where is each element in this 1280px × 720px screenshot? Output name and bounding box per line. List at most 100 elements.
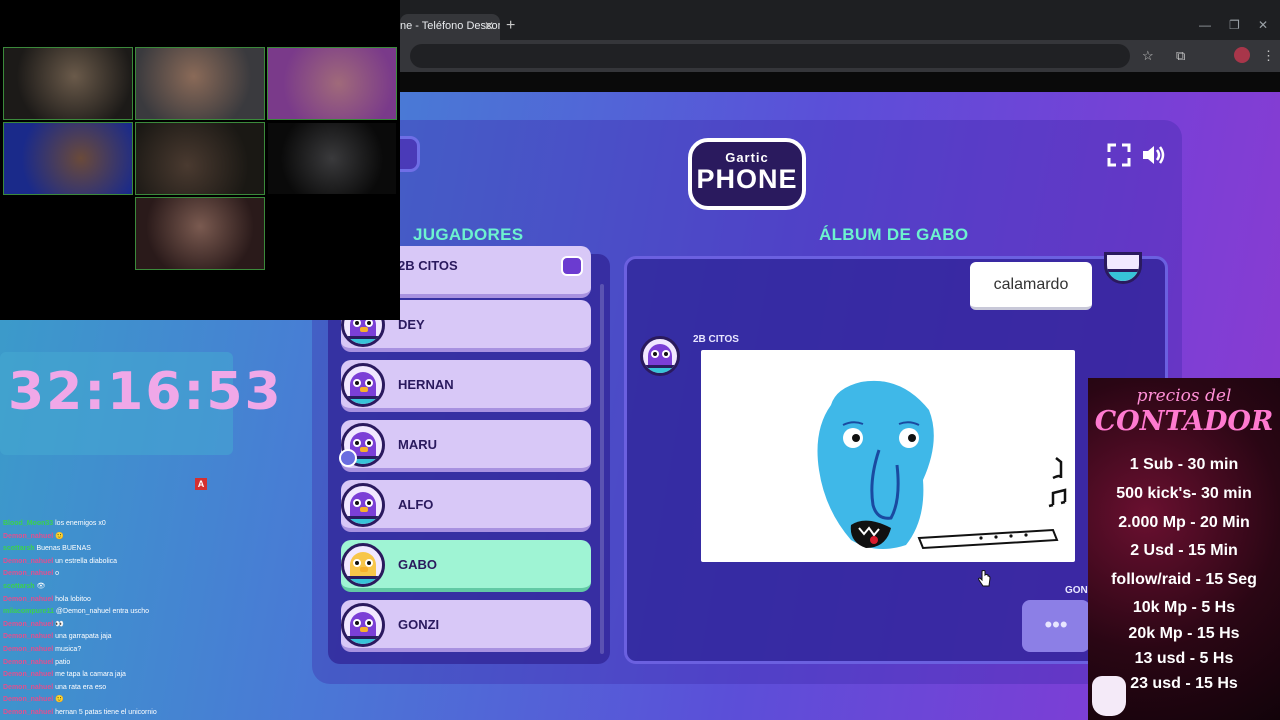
- fullscreen-icon[interactable]: [1106, 142, 1132, 168]
- price-line: 1 Sub - 30 min: [1129, 456, 1239, 473]
- next-author-name: GON: [1065, 585, 1088, 596]
- chat-text: hola lobitoo: [55, 595, 91, 603]
- price-line: 2 Usd - 15 Min: [1130, 542, 1238, 559]
- alert-badge: A: [195, 478, 207, 490]
- player-name: DEY: [398, 317, 425, 332]
- window-close-icon[interactable]: ✕: [1258, 18, 1268, 32]
- price-line: 20k Mp - 15 Hs: [1128, 625, 1240, 642]
- player-name: GONZI: [398, 617, 440, 632]
- chat-username[interactable]: Demon_nahuel: [3, 570, 53, 577]
- chat-message: Demon_nahuel hernan 5 patas tiene el uni…: [3, 707, 157, 719]
- webcam-tile: [3, 122, 133, 195]
- chat-username[interactable]: scottarsh: [3, 583, 35, 590]
- player-row: ALFO: [341, 480, 591, 532]
- chat-message: Demon_nahuel una garrapata jaja: [3, 631, 112, 643]
- close-tab-icon[interactable]: ✕: [484, 19, 494, 33]
- chat-username[interactable]: Demon_nahuel: [3, 533, 53, 540]
- prices-title-line1: precios del: [1136, 386, 1232, 406]
- webcam-tile: [267, 122, 397, 195]
- browser-menu-icon[interactable]: ⋮: [1262, 48, 1275, 64]
- webcam-tile: [135, 47, 265, 120]
- chat-message: Demon_nahuel 🙂: [3, 531, 64, 543]
- extensions-icon[interactable]: ⧉: [1176, 48, 1185, 64]
- chat-text: musica?: [55, 646, 82, 653]
- webcam-tile: [3, 47, 133, 120]
- chat-username[interactable]: Demon_nahuel: [3, 633, 53, 640]
- chat-username[interactable]: Demon_nahuel: [3, 646, 53, 653]
- chat-text: me tapa la camara jaja: [55, 671, 126, 679]
- chat-username[interactable]: Demon_nahuel: [3, 671, 53, 678]
- chat-message: scottarsh 👁: [3, 581, 45, 593]
- minimize-icon[interactable]: —: [1199, 18, 1211, 32]
- player-row: HERNAN: [341, 360, 591, 412]
- chat-username[interactable]: Demon_nahuel: [3, 696, 53, 703]
- chat-username[interactable]: Demon_nahuel: [3, 558, 53, 565]
- drawing-author-avatar: [640, 336, 680, 376]
- chat-text: o: [55, 570, 60, 578]
- album-heading: ÁLBUM DE GABO: [819, 225, 969, 244]
- player-row-active: GABO: [341, 540, 591, 592]
- hand-cursor-icon: [978, 570, 991, 587]
- chat-text: 👁: [36, 583, 46, 590]
- drawing-canvas: [701, 350, 1075, 562]
- chat-username[interactable]: Demon_nahuel: [3, 659, 53, 666]
- speaker-icon[interactable]: [1140, 142, 1166, 168]
- chat-text: patio: [55, 658, 71, 666]
- chat-username[interactable]: milacompure11: [3, 608, 54, 615]
- new-tab-icon[interactable]: +: [506, 17, 515, 35]
- player-name: ALFO: [398, 497, 434, 512]
- player-name: HERNAN: [398, 377, 454, 392]
- player-row: GONZI: [341, 600, 591, 652]
- squidward-drawing: [817, 380, 1067, 550]
- chat-text: un estrella diabolica: [55, 557, 118, 565]
- price-line: 13 usd - 5 Hs: [1134, 650, 1234, 667]
- chat-username[interactable]: scottarsh: [3, 545, 35, 552]
- chat-username[interactable]: Demon_nahuel: [3, 621, 53, 628]
- chat-message: Demon_nahuel un estrella diabolica: [3, 556, 117, 568]
- chat-text: Buenas BUENAS: [36, 545, 91, 553]
- player-avatar: [341, 483, 385, 527]
- chat-text: una garrapata jaja: [55, 633, 112, 641]
- drawing-author-name: 2B CITOS: [693, 334, 739, 345]
- player-avatar: [341, 603, 385, 647]
- webcam-tile: [267, 47, 397, 120]
- players-scrollbar[interactable]: [600, 284, 604, 654]
- chat-message: milacompure11 @Demon_nahuel entra uscho: [3, 606, 149, 618]
- players-heading: JUGADORES: [413, 225, 524, 244]
- typing-indicator: •••: [1022, 600, 1090, 652]
- chat-text: una rata era eso: [55, 683, 107, 691]
- chat-username[interactable]: Blood_Moon33: [3, 520, 53, 527]
- webcam-tile: [135, 197, 265, 270]
- player-name: GABO: [398, 557, 437, 572]
- chat-username[interactable]: Demon_nahuel: [3, 596, 53, 603]
- chat-username[interactable]: Demon_nahuel: [3, 709, 53, 716]
- price-line: 500 kick's- 30 min: [1116, 485, 1252, 502]
- chat-message: Demon_nahuel musica?: [3, 644, 81, 656]
- chat-message: Demon_nahuel 👀: [3, 619, 64, 631]
- webcam-grid: [0, 0, 400, 320]
- chat-message: Demon_nahuel me tapa la camara jaja: [3, 669, 126, 681]
- chat-message: Demon_nahuel 🙂: [3, 694, 64, 706]
- you-user-icon: [339, 449, 357, 467]
- logo-top-text: Gartic: [725, 150, 769, 165]
- chat-message: scottarsh Buenas BUENAS: [3, 543, 91, 555]
- chat-text: 🙂: [55, 532, 64, 540]
- bookmark-star-icon[interactable]: ☆: [1142, 48, 1154, 64]
- chat-text: 👀: [55, 620, 64, 628]
- price-line: 2.000 Mp - 20 Min: [1118, 514, 1250, 531]
- logo-main-text: PHONE: [696, 164, 798, 194]
- price-line: follow/raid - 15 Seg: [1111, 571, 1257, 588]
- player-avatar: [341, 363, 385, 407]
- chat-message: Demon_nahuel patio: [3, 657, 70, 669]
- phrase-author-avatar: [1104, 252, 1142, 284]
- profile-avatar[interactable]: [1234, 47, 1250, 63]
- chat-username[interactable]: Demon_nahuel: [3, 684, 53, 691]
- chat-text: 🙂: [55, 696, 64, 704]
- player-name: 2B CITOS: [398, 258, 458, 273]
- player-avatar: [341, 543, 385, 587]
- restore-icon[interactable]: ❐: [1229, 18, 1240, 32]
- webcam-tile: [135, 122, 265, 195]
- prices-title-line2: CONTADOR: [1094, 406, 1274, 437]
- chat-message: Demon_nahuel o: [3, 568, 59, 580]
- address-bar[interactable]: [410, 44, 1130, 68]
